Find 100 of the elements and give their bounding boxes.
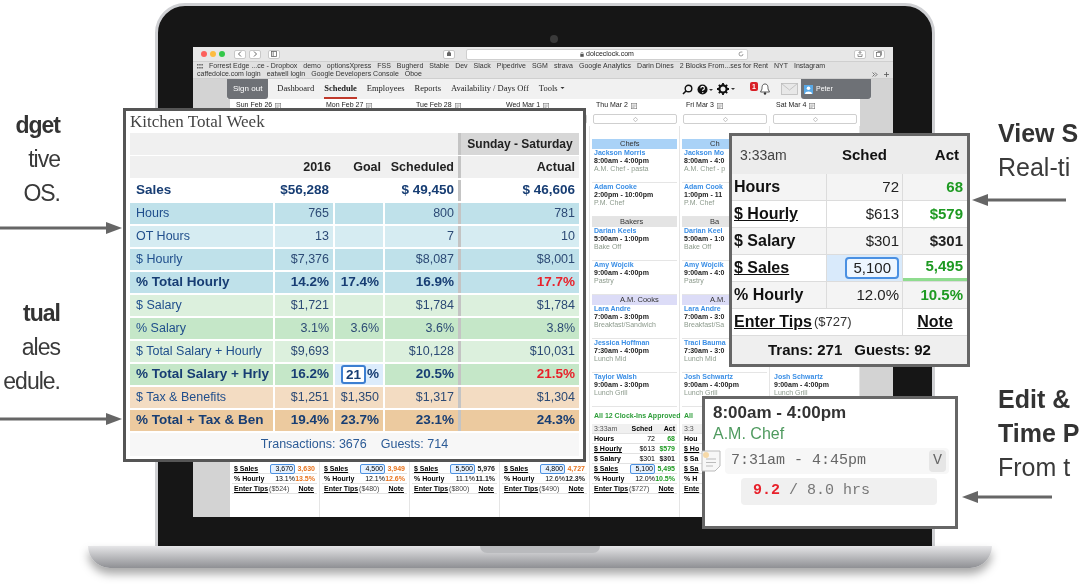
- column-header: Sched: [841, 144, 888, 165]
- back-button[interactable]: [234, 49, 246, 59]
- table-cell-text: $ 46,606: [522, 181, 575, 200]
- window-zoom-button[interactable]: [219, 51, 225, 57]
- add-shift-field[interactable]: [683, 114, 767, 124]
- callout-text: tive: [28, 145, 60, 174]
- metric-label: $ Salary: [734, 231, 796, 251]
- share-button[interactable]: [854, 49, 866, 59]
- nav-link[interactable]: Reports: [414, 79, 441, 99]
- sidebar-button[interactable]: [268, 49, 280, 59]
- callout-text: edule.: [3, 367, 60, 396]
- calendar-icon[interactable]: [717, 102, 723, 109]
- sign-out-button[interactable]: Sign out: [227, 79, 269, 99]
- table-cell-text: 765: [308, 205, 329, 223]
- table-cell-text: $7,376: [290, 251, 329, 269]
- calendar-icon[interactable]: [543, 102, 550, 109]
- row-label: $ Total Salary + Hourly: [136, 343, 262, 361]
- shift-time: 8:00am - 4:00pm: [713, 402, 847, 424]
- actual-value: 68: [946, 176, 963, 197]
- calendar-icon[interactable]: [809, 102, 816, 109]
- scheduled-value: $613: [865, 203, 899, 224]
- chevron-left-icon: [237, 51, 243, 57]
- unit-label: %: [367, 365, 379, 384]
- table-cell-text: 16.9%: [415, 273, 454, 292]
- reload-icon[interactable]: [738, 50, 744, 57]
- table-cell-text: 3.6%: [425, 320, 454, 338]
- row-label: % Total Hourly: [136, 273, 230, 292]
- footer-stat: Guests: 92: [854, 339, 931, 360]
- sales-input-field[interactable]: 5,100: [845, 257, 899, 279]
- table-cell-text: 21.5%: [536, 365, 575, 384]
- lock-icon: [580, 51, 585, 57]
- window-close-button[interactable]: [201, 51, 207, 57]
- double-chevron-icon[interactable]: [872, 71, 878, 77]
- table-cell-text: 7: [447, 228, 454, 246]
- callout-text: Real-ti: [998, 152, 1071, 183]
- goal-input-field[interactable]: 21: [340, 365, 366, 384]
- metric-label: Hours: [734, 177, 781, 197]
- help-icon[interactable]: [697, 83, 713, 95]
- metric-link[interactable]: $ Sales: [734, 256, 790, 280]
- actual-value: 10.5%: [920, 284, 963, 305]
- table-cell-text: 3.6%: [350, 320, 379, 338]
- add-shift-field[interactable]: [593, 114, 677, 124]
- tips-amount: ($727): [813, 313, 852, 332]
- table-cell-text: 17.4%: [340, 273, 379, 292]
- nav-link[interactable]: Availability / Days Off: [451, 79, 529, 99]
- diamond-icon: [722, 116, 728, 122]
- table-cell-text: 24.3%: [536, 411, 575, 430]
- table-cell-text: 17.7%: [536, 273, 575, 292]
- grid-icon[interactable]: [197, 63, 203, 69]
- punch-field[interactable]: 7:31am - 4:45pm V: [725, 448, 949, 474]
- note-link[interactable]: Note: [917, 310, 953, 334]
- plus-icon[interactable]: [884, 71, 889, 77]
- search-icon[interactable]: [682, 83, 693, 95]
- footer-stat: Transactions: 3676: [260, 436, 367, 454]
- table-cell-text: 781: [554, 205, 575, 223]
- forward-button[interactable]: [249, 49, 261, 59]
- share-icon: [857, 51, 863, 57]
- actual-value: $301: [929, 230, 963, 251]
- callout-text: Time P: [998, 418, 1080, 449]
- tabs-button[interactable]: [873, 49, 885, 59]
- role-label: A.M. Chef: [713, 424, 785, 444]
- row-label: % Salary: [136, 320, 187, 338]
- table-cell-text: $1,350: [340, 389, 379, 407]
- nav-link[interactable]: Schedule: [324, 79, 357, 99]
- footer-stat: Guests: 714: [380, 436, 449, 454]
- table-cell-text: $1,784: [415, 297, 454, 315]
- table-cell-text: $10,128: [408, 343, 454, 361]
- enter-tips-link[interactable]: Enter Tips: [734, 310, 812, 334]
- table-cell-text: 19.4%: [290, 411, 329, 430]
- actual-value: 5,495: [925, 256, 963, 277]
- column-header: Scheduled: [390, 158, 454, 176]
- callout-text: View S: [998, 118, 1079, 149]
- table-cell-text: $1,317: [415, 389, 454, 407]
- bell-icon[interactable]: [759, 83, 771, 95]
- row-label: OT Hours: [136, 228, 190, 246]
- nav-link[interactable]: Employees: [366, 79, 405, 99]
- calendar-icon[interactable]: [454, 102, 461, 109]
- column-header: Sunday - Saturday: [458, 133, 579, 155]
- row-label: $ Salary: [136, 297, 182, 315]
- table-cell-text: $8,001: [536, 251, 575, 269]
- extension-button[interactable]: [443, 49, 455, 59]
- caret-icon: [559, 86, 565, 90]
- hours-scheduled: / 8.0 hrs: [789, 481, 871, 502]
- row-label: Sales: [136, 181, 172, 200]
- add-shift-field[interactable]: [773, 114, 857, 124]
- table-cell-text: 14.2%: [290, 273, 329, 292]
- calendar-icon[interactable]: [630, 102, 637, 109]
- nav-link[interactable]: Tools: [538, 79, 565, 99]
- verify-button[interactable]: V: [929, 450, 946, 472]
- calendar-icon[interactable]: [366, 102, 373, 109]
- chevron-right-icon: [252, 51, 258, 57]
- table-cell-text: 16.2%: [290, 365, 329, 384]
- calendar-icon[interactable]: [275, 102, 282, 109]
- table-cell-text: $ 49,450: [401, 181, 454, 200]
- nav-link[interactable]: Dashboard: [277, 79, 315, 99]
- table-cell-text: 3.1%: [300, 320, 329, 338]
- table-cell-text: $56,288: [280, 181, 329, 200]
- gear-icon[interactable]: [717, 83, 735, 95]
- table-cell-text: $10,031: [529, 343, 575, 361]
- table-cell-text: $8,087: [415, 251, 454, 269]
